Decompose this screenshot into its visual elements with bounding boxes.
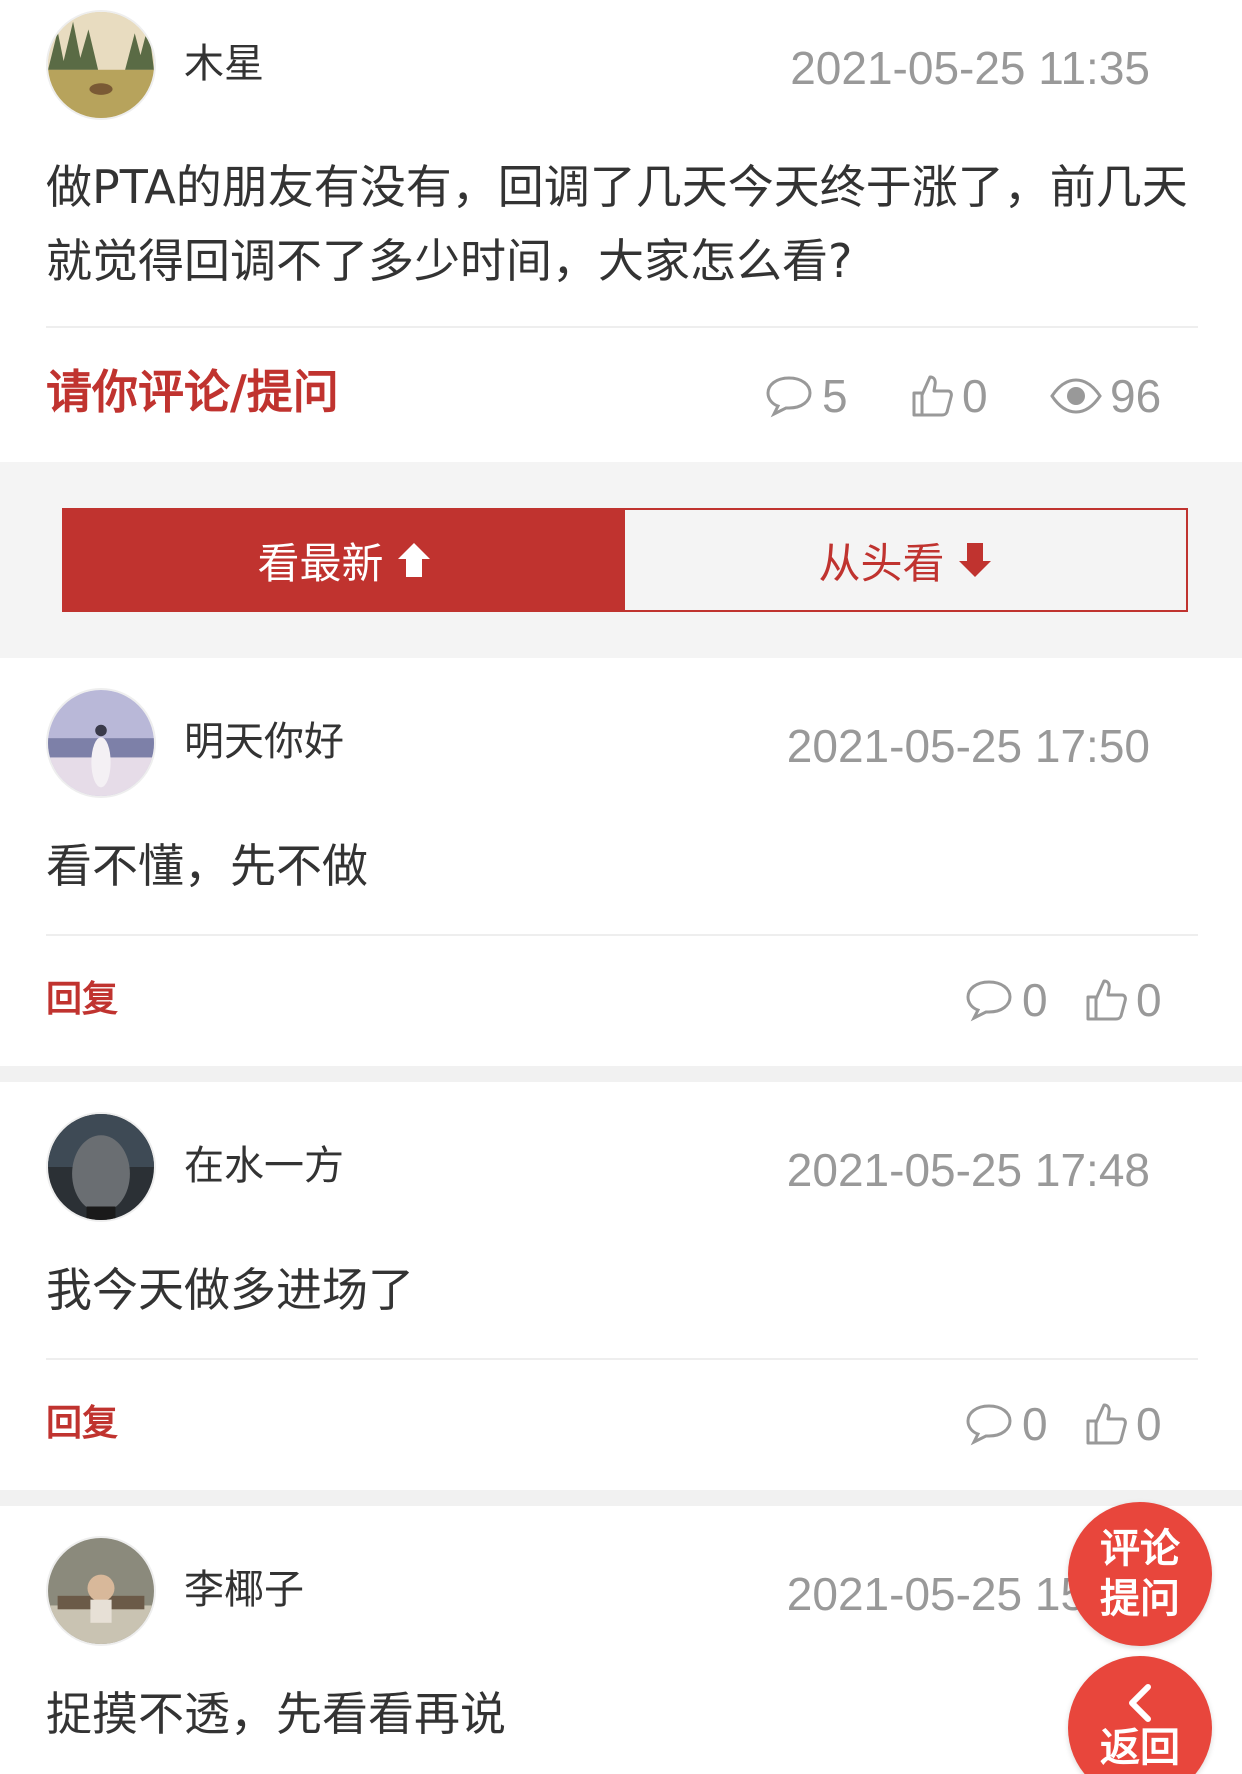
sort-bar: 看最新 从头看 (0, 462, 1242, 658)
speech-bubble-icon (966, 1404, 1012, 1446)
sort-from-start-label: 从头看 (818, 538, 945, 588)
comment-like-value: 0 (1136, 1398, 1162, 1450)
divider (46, 1358, 1198, 1360)
arrow-down-icon (958, 543, 991, 577)
reply-count-value: 0 (1022, 1398, 1048, 1450)
avatar-image (48, 690, 154, 796)
divider (46, 326, 1198, 328)
comment-text: 捉摸不透，先看看再说 (46, 1687, 506, 1741)
reply-count[interactable]: 0 (964, 972, 1048, 1028)
avatar-image (48, 1114, 154, 1220)
like-count[interactable]: 0 (910, 368, 988, 424)
separator (0, 1066, 1242, 1082)
author-name[interactable]: 木星 (184, 40, 264, 88)
author-avatar[interactable] (46, 10, 156, 120)
view-count-value: 96 (1110, 370, 1162, 422)
comment-question-link[interactable]: 请你评论/提问 (46, 364, 339, 420)
comment-item: 明天你好 2021-05-25 17:50 看不懂，先不做 回复 0 0 (0, 658, 1242, 1066)
fab-question-label: 提问 (1100, 1576, 1180, 1622)
comment-time: 2021-05-25 17:50 (786, 720, 1150, 772)
eye-icon (1050, 378, 1102, 414)
speech-bubble-icon (766, 376, 812, 418)
post-body: 做PTA的朋友有没有，回调了几天今天终于涨了，前几天就觉得回调不了多少时间，大家… (46, 160, 1188, 288)
divider (46, 934, 1198, 936)
comment-time: 2021-05-25 17:48 (786, 1144, 1150, 1196)
chevron-left-icon (1129, 1684, 1151, 1722)
sort-from-start-button[interactable]: 从头看 (625, 510, 1186, 610)
fab-back-label: 返回 (1100, 1725, 1180, 1771)
comment-item: 李椰子 2021-05-25 15:09 捉摸不透，先看看再说 (0, 1506, 1242, 1774)
reply-count[interactable]: 0 (964, 1396, 1048, 1452)
comment-count[interactable]: 5 (764, 368, 848, 424)
reply-link[interactable]: 回复 (46, 1402, 118, 1446)
comment-item: 在水一方 2021-05-25 17:48 我今天做多进场了 回复 0 0 (0, 1082, 1242, 1490)
comment-question-fab[interactable]: 评论 提问 (1068, 1502, 1212, 1646)
commenter-name[interactable]: 李椰子 (184, 1566, 304, 1614)
comment-like-value: 0 (1136, 974, 1162, 1026)
comment-text: 看不懂，先不做 (46, 839, 368, 893)
sort-toggle: 看最新 从头看 (62, 508, 1188, 612)
view-count: 96 (1050, 368, 1161, 424)
commenter-avatar[interactable] (46, 1536, 156, 1646)
avatar-image (48, 1538, 154, 1644)
reply-link[interactable]: 回复 (46, 978, 118, 1022)
commenter-avatar[interactable] (46, 1112, 156, 1222)
sort-latest-button[interactable]: 看最新 (64, 510, 625, 610)
sort-latest-label: 看最新 (257, 538, 384, 588)
commenter-name[interactable]: 明天你好 (184, 718, 344, 766)
post-time: 2021-05-25 11:35 (790, 42, 1150, 94)
comment-like-count[interactable]: 0 (1084, 1396, 1162, 1452)
arrow-up-icon (397, 543, 430, 577)
comment-text: 我今天做多进场了 (46, 1263, 414, 1317)
comment-count-value: 5 (822, 370, 848, 422)
separator (0, 1490, 1242, 1506)
fab-comment-label: 评论 (1100, 1526, 1180, 1572)
thumbs-up-icon (1086, 979, 1127, 1021)
comment-like-count[interactable]: 0 (1084, 972, 1162, 1028)
speech-bubble-icon (966, 980, 1012, 1022)
thumbs-up-icon (912, 375, 953, 417)
like-count-value: 0 (962, 370, 988, 422)
thumbs-up-icon (1086, 1403, 1127, 1445)
avatar-image (48, 12, 154, 118)
commenter-avatar[interactable] (46, 688, 156, 798)
main-post: 木星 2021-05-25 11:35 做PTA的朋友有没有，回调了几天今天终于… (0, 0, 1242, 462)
commenter-name[interactable]: 在水一方 (184, 1142, 344, 1190)
reply-count-value: 0 (1022, 974, 1048, 1026)
